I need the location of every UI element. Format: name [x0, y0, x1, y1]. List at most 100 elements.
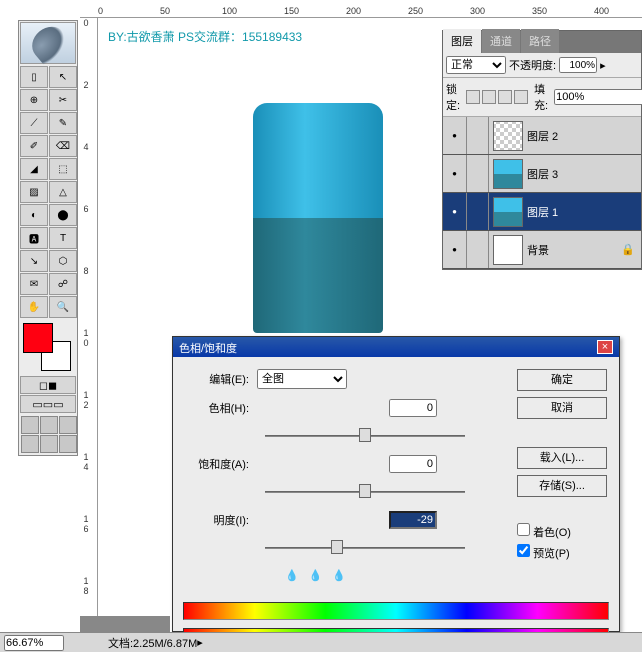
tool-button[interactable]: ✐ [20, 135, 48, 157]
dropdown-icon[interactable]: ▸ [197, 636, 203, 649]
launcher-icon[interactable] [21, 435, 39, 453]
save-button[interactable]: 存储(S)... [517, 475, 607, 497]
layer-name: 图层 1 [527, 204, 558, 220]
tool-button[interactable]: ⬤ [49, 204, 77, 226]
lock-icon: 🔒 [621, 243, 635, 256]
zoom-input[interactable] [4, 635, 64, 651]
screenmode-toggle[interactable]: ▭▭▭ [20, 395, 76, 413]
cancel-button[interactable]: 取消 [517, 397, 607, 419]
tool-button[interactable]: ◐ [20, 204, 48, 226]
fill-input[interactable] [554, 89, 642, 105]
tab-paths[interactable]: 路径 [521, 29, 559, 53]
quickmask-toggle[interactable]: ◻◼ [20, 376, 76, 394]
edit-label: 编辑(E): [185, 371, 257, 387]
layer-row[interactable]: 背景🔒 [443, 231, 641, 269]
sat-input[interactable] [389, 455, 437, 473]
tool-button[interactable]: ▨ [20, 181, 48, 203]
hue-input[interactable] [389, 399, 437, 417]
load-button[interactable]: 载入(L)... [517, 447, 607, 469]
launcher-icon[interactable] [21, 416, 39, 434]
tool-button[interactable]: 🅰 [20, 227, 48, 249]
lock-transparency-icon[interactable] [466, 90, 480, 104]
tool-button[interactable]: ⬡ [49, 250, 77, 272]
link-cell[interactable] [467, 117, 489, 154]
launcher-icon[interactable] [59, 416, 77, 434]
tool-button[interactable]: ✎ [49, 112, 77, 134]
eyedropper-icon[interactable]: 💧 [285, 569, 299, 582]
visibility-icon[interactable] [443, 231, 467, 268]
lock-all-icon[interactable] [514, 90, 528, 104]
dialog-titlebar[interactable]: 色相/饱和度 × [173, 337, 619, 357]
launcher-icon[interactable] [40, 416, 58, 434]
launcher-icon[interactable] [40, 435, 58, 453]
layer-row[interactable]: 图层 1 [443, 193, 641, 231]
layer-thumb [493, 235, 523, 265]
tool-button[interactable]: ◢ [20, 158, 48, 180]
close-icon[interactable]: × [597, 340, 613, 354]
edit-select[interactable]: 全图 [257, 369, 347, 389]
artwork-cylinder [253, 103, 383, 333]
ok-button[interactable]: 确定 [517, 369, 607, 391]
panel-tabs: 图层 通道 路径 [443, 31, 641, 53]
blend-mode-select[interactable]: 正常 [446, 56, 506, 74]
sat-label: 饱和度(A): [185, 456, 257, 472]
tool-button[interactable]: ⊕ [20, 89, 48, 111]
toolbox: ▯↖⊕✂⟋✎✐⌫◢⬚▨△◐⬤🅰T↘⬡✉☍✋🔍 ◻◼ ▭▭▭ [18, 20, 78, 456]
opacity-label: 不透明度: [509, 57, 556, 73]
opacity-input[interactable] [559, 57, 597, 73]
tool-button[interactable]: ✂ [49, 89, 77, 111]
tab-layers[interactable]: 图层 [443, 29, 481, 53]
layer-thumb [493, 159, 523, 189]
tool-button[interactable]: ⌫ [49, 135, 77, 157]
dropdown-icon[interactable]: ▸ [600, 59, 606, 72]
sat-slider[interactable] [265, 483, 465, 503]
tool-button[interactable]: △ [49, 181, 77, 203]
layers-panel: 图层 通道 路径 正常 不透明度: ▸ 锁定: 填充: ▸ 图层 2图层 3图层… [442, 30, 642, 270]
tool-button[interactable]: ↖ [49, 66, 77, 88]
hue-label: 色相(H): [185, 400, 257, 416]
tab-channels[interactable]: 通道 [482, 29, 520, 53]
layer-thumb [493, 197, 523, 227]
layer-row[interactable]: 图层 3 [443, 155, 641, 193]
hue-slider[interactable] [265, 427, 465, 447]
fill-label: 填充: [534, 81, 548, 113]
doc-size: 文档:2.25M/6.87M [108, 635, 197, 651]
link-cell[interactable] [467, 193, 489, 230]
visibility-icon[interactable] [443, 117, 467, 154]
link-cell[interactable] [467, 155, 489, 192]
preview-check[interactable]: 预览(P) [517, 544, 607, 561]
lock-position-icon[interactable] [498, 90, 512, 104]
app-launcher [19, 414, 77, 455]
tool-button[interactable]: ↘ [20, 250, 48, 272]
tool-button[interactable]: ✉ [20, 273, 48, 295]
hue-saturation-dialog: 色相/饱和度 × 编辑(E): 全图 色相(H): 饱和度(A): 明度(I): [172, 336, 620, 632]
visibility-icon[interactable] [443, 193, 467, 230]
eyedropper-minus-icon[interactable]: 💧 [332, 569, 346, 582]
tool-button[interactable]: ✋ [20, 296, 48, 318]
tool-button[interactable]: ☍ [49, 273, 77, 295]
status-bar: 文档:2.25M/6.87M ▸ [0, 632, 642, 652]
brush-preview [20, 22, 76, 64]
eyedropper-plus-icon[interactable]: 💧 [309, 569, 323, 582]
tool-button[interactable]: ⟋ [20, 112, 48, 134]
lock-pixels-icon[interactable] [482, 90, 496, 104]
colorize-check[interactable]: 着色(O) [517, 523, 607, 540]
foreground-color[interactable] [23, 323, 53, 353]
vertical-ruler: 024681012141618 [80, 18, 98, 632]
visibility-icon[interactable] [443, 155, 467, 192]
light-label: 明度(I): [185, 512, 257, 528]
horizontal-ruler: 050100150200250300350400 [80, 0, 642, 18]
tool-button[interactable]: T [49, 227, 77, 249]
light-input[interactable] [389, 511, 437, 529]
layer-name: 图层 3 [527, 166, 558, 182]
scrollbar[interactable] [80, 616, 170, 632]
tool-button[interactable]: ⬚ [49, 158, 77, 180]
tool-button[interactable]: ▯ [20, 66, 48, 88]
launcher-icon[interactable] [59, 435, 77, 453]
hue-spectrum [183, 602, 609, 620]
tool-button[interactable]: 🔍 [49, 296, 77, 318]
layer-name: 图层 2 [527, 128, 558, 144]
light-slider[interactable] [265, 539, 465, 559]
layer-row[interactable]: 图层 2 [443, 117, 641, 155]
link-cell[interactable] [467, 231, 489, 268]
